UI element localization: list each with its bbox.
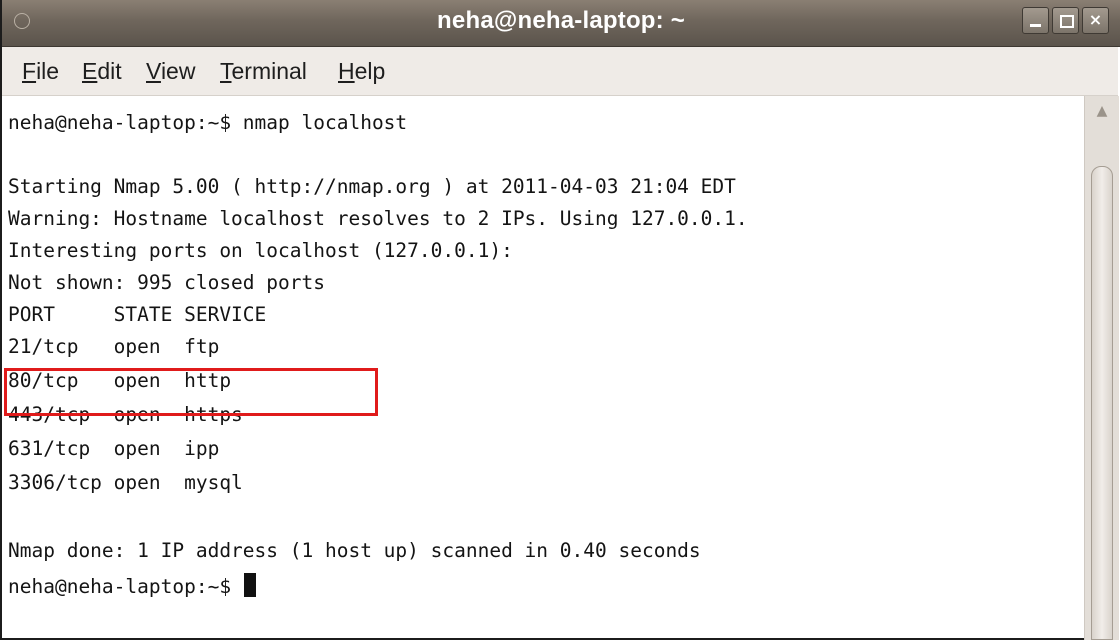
menu-edit[interactable]: Edit <box>82 58 122 85</box>
minimize-icon <box>1030 24 1041 27</box>
menu-terminal[interactable]: Terminal <box>220 58 307 85</box>
terminal-line: Starting Nmap 5.00 ( http://nmap.org ) a… <box>8 175 736 198</box>
terminal-line: Interesting ports on localhost (127.0.0.… <box>8 239 513 262</box>
terminal-line: 443/tcp open https <box>8 403 243 426</box>
terminal-line: Warning: Hostname localhost resolves to … <box>8 207 748 230</box>
maximize-icon <box>1060 15 1074 28</box>
close-button[interactable]: × <box>1082 7 1109 34</box>
terminal-line: 3306/tcp open mysql <box>8 471 243 494</box>
terminal-line: 21/tcp open ftp <box>8 335 220 358</box>
terminal-line: 631/tcp open ipp <box>8 437 220 460</box>
window-title: neha@neha-laptop: ~ <box>437 7 685 34</box>
terminal-prompt-line: neha@neha-laptop:~$ <box>8 572 256 602</box>
vertical-scrollbar[interactable]: ▲ <box>1084 96 1119 640</box>
terminal-line: neha@neha-laptop:~$ nmap localhost <box>8 111 408 134</box>
close-icon: × <box>1088 10 1103 29</box>
title-bar[interactable]: neha@neha-laptop: ~ × <box>2 0 1120 47</box>
terminal-prompt: neha@neha-laptop:~$ <box>8 575 243 598</box>
scrollbar-thumb[interactable] <box>1091 166 1113 640</box>
menu-help[interactable]: Help <box>338 58 385 85</box>
text-cursor <box>243 573 256 597</box>
terminal-line: Nmap done: 1 IP address (1 host up) scan… <box>8 539 701 562</box>
menu-bar: File Edit View Terminal Help <box>2 47 1118 96</box>
terminal-line: 80/tcp open http <box>8 369 232 392</box>
terminal-window: neha@neha-laptop: ~ × File Edit View Ter… <box>0 0 1120 640</box>
terminal-output[interactable]: neha@neha-laptop:~$ nmap localhost Start… <box>2 96 1084 638</box>
menu-view[interactable]: View <box>146 58 195 85</box>
menu-file[interactable]: File <box>22 58 59 85</box>
terminal-line: Not shown: 995 closed ports <box>8 271 325 294</box>
minimize-button[interactable] <box>1022 7 1049 34</box>
terminal-line: PORT STATE SERVICE <box>8 303 267 326</box>
scroll-up-arrow-icon[interactable]: ▲ <box>1089 100 1115 122</box>
maximize-button[interactable] <box>1052 7 1079 34</box>
